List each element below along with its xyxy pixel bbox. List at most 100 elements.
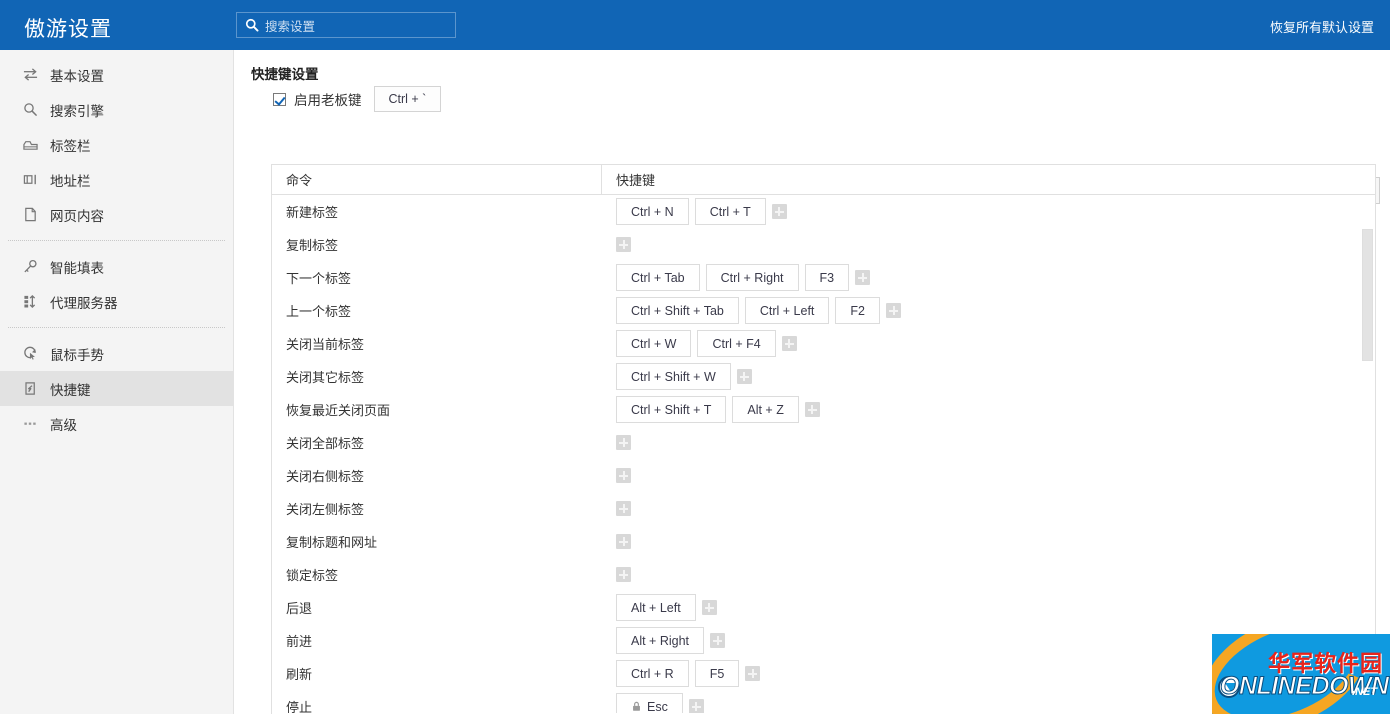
sidebar-item-tab-bar[interactable]: 标签栏 [0,127,233,162]
app-title: 傲游设置 [24,13,112,43]
table-row[interactable]: 关闭当前标签Ctrl + WCtrl + F4 [272,327,1375,360]
shortcut-key-button[interactable]: Ctrl + Left [745,297,830,324]
shortcut-key-button[interactable]: Ctrl + Right [706,264,799,291]
add-shortcut-button[interactable] [737,369,752,384]
command-cell: 关闭右侧标签 [272,466,602,485]
add-shortcut-button[interactable] [616,501,631,516]
shortcut-cell: Ctrl + TabCtrl + RightF3 [602,264,1375,291]
gesture-icon [22,346,38,362]
shortcut-key-button[interactable]: Ctrl + Shift + Tab [616,297,739,324]
table-row[interactable]: 复制标签 [272,228,1375,261]
add-shortcut-button[interactable] [772,204,787,219]
table-scrollbar-track[interactable] [1362,196,1374,682]
command-cell: 恢复最近关闭页面 [272,400,602,419]
table-row[interactable]: 前进Alt + Right [272,624,1375,657]
sidebar-item-label: 代理服务器 [50,292,118,312]
add-shortcut-button[interactable] [745,666,760,681]
shortcuts-table: 命令 快捷键 新建标签Ctrl + NCtrl + T复制标签下一个标签Ctrl… [271,164,1376,714]
add-shortcut-button[interactable] [886,303,901,318]
shortcut-key-button[interactable]: Ctrl + Shift + W [616,363,731,390]
sidebar-item-advanced[interactable]: 高级 [0,406,233,441]
sidebar-item-page-content[interactable]: 网页内容 [0,197,233,232]
search-icon [22,102,38,118]
shortcut-cell: Ctrl + Shift + TabCtrl + LeftF2 [602,297,1375,324]
add-shortcut-button[interactable] [805,402,820,417]
table-row[interactable]: 上一个标签Ctrl + Shift + TabCtrl + LeftF2 [272,294,1375,327]
command-cell: 后退 [272,598,602,617]
table-row[interactable]: 复制标题和网址 [272,525,1375,558]
shortcut-cell: Ctrl + NCtrl + T [602,198,1375,225]
command-cell: 新建标签 [272,202,602,221]
command-cell: 关闭左侧标签 [272,499,602,518]
shortcut-key-button[interactable]: Ctrl + F4 [697,330,775,357]
sidebar-item-autofill[interactable]: 智能填表 [0,249,233,284]
command-cell: 下一个标签 [272,268,602,287]
table-row[interactable]: 恢复最近关闭页面 Ctrl + Shift + TAlt + Z [272,393,1375,426]
proxy-icon [22,294,38,310]
table-row[interactable]: 关闭左侧标签 [272,492,1375,525]
sidebar-item-mouse-gesture[interactable]: 鼠标手势 [0,336,233,371]
shortcut-key-button[interactable]: Ctrl + N [616,198,689,225]
add-shortcut-button[interactable] [689,699,704,713]
table-row[interactable]: 下一个标签Ctrl + TabCtrl + RightF3 [272,261,1375,294]
lock-icon [631,701,642,712]
enable-boss-key-checkbox[interactable] [273,93,286,106]
table-row[interactable]: 锁定标签 [272,558,1375,591]
add-shortcut-button[interactable] [616,237,631,252]
table-row[interactable]: 关闭其它标签Ctrl + Shift + W [272,360,1375,393]
add-shortcut-button[interactable] [710,633,725,648]
boss-key-keycap[interactable]: Ctrl + ` [374,86,442,112]
sidebar-item-proxy[interactable]: 代理服务器 [0,284,233,319]
add-shortcut-button[interactable] [616,435,631,450]
enable-boss-key-label: 启用老板键 [294,89,362,109]
table-scrollbar-thumb[interactable] [1362,229,1373,361]
shortcut-key-button[interactable]: Ctrl + W [616,330,691,357]
sidebar-item-search-engine[interactable]: 搜索引擎 [0,92,233,127]
shortcut-key-button[interactable]: F3 [805,264,850,291]
shortcut-key-button[interactable]: Alt + Z [732,396,798,423]
table-row[interactable]: 关闭全部标签 [272,426,1375,459]
watermark-tld-text: .NET [1352,686,1377,698]
sidebar-item-label: 地址栏 [50,170,91,190]
shortcut-key-button[interactable]: Ctrl + R [616,660,689,687]
table-row[interactable]: 新建标签Ctrl + NCtrl + T [272,195,1375,228]
global-search-input[interactable]: 搜索设置 [236,12,456,38]
shortcut-key-button[interactable]: Ctrl + Shift + T [616,396,726,423]
add-shortcut-button[interactable] [616,534,631,549]
table-row[interactable]: 停止Esc [272,690,1375,713]
shortcut-key-button[interactable]: Alt + Right [616,627,704,654]
sidebar-item-basic[interactable]: 基本设置 [0,57,233,92]
shortcut-cell [602,468,1375,483]
boss-key-row: 启用老板键 Ctrl + ` [273,86,441,112]
sidebar-item-label: 搜索引擎 [50,100,104,120]
key-icon [22,259,38,275]
sidebar-item-label: 基本设置 [50,65,104,85]
add-shortcut-button[interactable] [702,600,717,615]
app-header: 傲游设置 搜索设置 恢复所有默认设置 [0,0,1390,50]
shortcut-cell [602,237,1375,252]
table-row[interactable]: 关闭右侧标签 [272,459,1375,492]
table-row[interactable]: 刷新Ctrl + RF5 [272,657,1375,690]
restore-all-defaults-link[interactable]: 恢复所有默认设置 [1270,17,1374,36]
column-header-command: 命令 [272,165,602,194]
shortcut-cell [602,567,1375,582]
command-cell: 上一个标签 [272,301,602,320]
shortcut-key-button[interactable]: F2 [835,297,880,324]
add-shortcut-button[interactable] [855,270,870,285]
sidebar-item-shortcuts[interactable]: 快捷键 [0,371,233,406]
table-row[interactable]: 后退 Alt + Left [272,591,1375,624]
add-shortcut-button[interactable] [782,336,797,351]
command-cell: 关闭全部标签 [272,433,602,452]
ellipsis-icon [22,416,38,432]
sidebar-item-label: 标签栏 [50,135,91,155]
shortcut-cell [602,501,1375,516]
sidebar-item-address-bar[interactable]: 地址栏 [0,162,233,197]
shortcut-key-button[interactable]: Ctrl + T [695,198,766,225]
shortcut-key-button[interactable]: Esc [616,693,683,713]
add-shortcut-button[interactable] [616,468,631,483]
shortcut-key-button[interactable]: F5 [695,660,740,687]
add-shortcut-button[interactable] [616,567,631,582]
shortcut-key-button[interactable]: Alt + Left [616,594,696,621]
shortcut-cell [602,435,1375,450]
shortcut-key-button[interactable]: Ctrl + Tab [616,264,700,291]
